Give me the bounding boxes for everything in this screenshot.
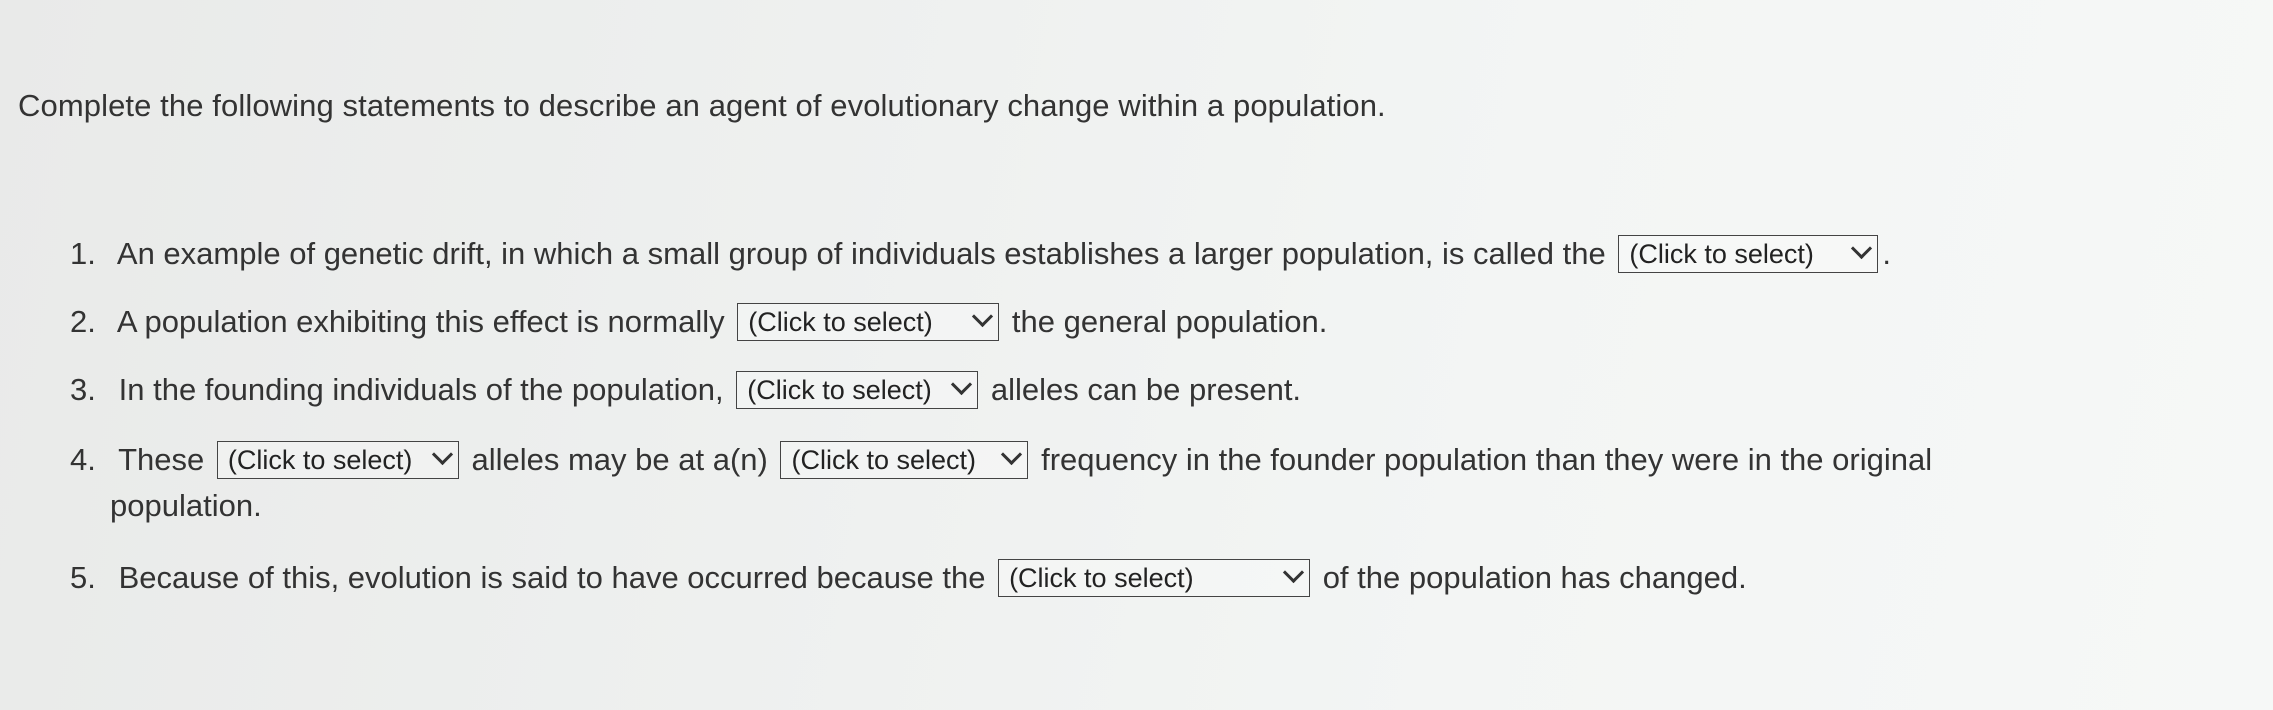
statement-text-end: the general population. (1011, 304, 1328, 339)
chevron-down-icon (1282, 562, 1305, 584)
question-page: Complete the following statements to des… (0, 0, 2273, 710)
chevron-down-icon (951, 374, 973, 396)
statement-number: 5. (70, 560, 96, 595)
statement-text: A population exhibiting this effect is n… (116, 304, 725, 339)
statement-text: These (118, 442, 205, 477)
instructions-text: Complete the following statements to des… (18, 88, 1386, 123)
chevron-down-icon (1851, 238, 1873, 260)
statement-text-end: . (1882, 236, 1891, 271)
chevron-down-icon (1001, 444, 1023, 466)
statement-number: 4. (70, 442, 96, 477)
statement-text-middle: alleles may be at a(n) (471, 442, 768, 477)
statement-2: 2. A population exhibiting this effect i… (70, 302, 1328, 343)
statement-4-wrap: population. (110, 488, 262, 524)
statement-text-end: frequency in the founder population than… (1041, 442, 1933, 477)
statement-number: 1. (70, 236, 96, 271)
statement-text: Because of this, evolution is said to ha… (118, 560, 986, 595)
dropdown-label: (Click to select) (1009, 562, 1194, 593)
dropdown-label: (Click to select) (791, 444, 977, 475)
dropdown-q3[interactable]: (Click to select) (736, 370, 979, 409)
statement-3: 3. In the founding individuals of the po… (70, 370, 1302, 411)
statement-1: 1. An example of genetic drift, in which… (70, 234, 1891, 275)
statement-text: An example of genetic drift, in which a … (116, 236, 1606, 271)
dropdown-q5[interactable]: (Click to select) (998, 558, 1311, 597)
statement-text-end: alleles can be present. (990, 372, 1302, 407)
statement-number: 2. (70, 304, 96, 339)
dropdown-q1[interactable]: (Click to select) (1618, 234, 1879, 273)
dropdown-label: (Click to select) (1629, 238, 1814, 269)
dropdown-q2[interactable]: (Click to select) (737, 302, 1000, 341)
chevron-down-icon (972, 306, 994, 328)
dropdown-label: (Click to select) (747, 374, 932, 405)
dropdown-label: (Click to select) (748, 306, 933, 337)
statement-text-end: of the population has changed. (1322, 560, 1747, 595)
statement-text-wrap: population. (110, 488, 262, 523)
statement-5: 5. Because of this, evolution is said to… (70, 558, 1747, 599)
dropdown-label: (Click to select) (227, 444, 413, 475)
statement-text: In the founding individuals of the popul… (118, 372, 724, 407)
statement-4: 4. These (Click to select) alleles may b… (70, 440, 1933, 481)
dropdown-q4-frequency[interactable]: (Click to select) (780, 440, 1029, 479)
dropdown-q4-alleles[interactable]: (Click to select) (216, 440, 459, 479)
chevron-down-icon (431, 444, 453, 466)
statement-number: 3. (70, 372, 96, 407)
